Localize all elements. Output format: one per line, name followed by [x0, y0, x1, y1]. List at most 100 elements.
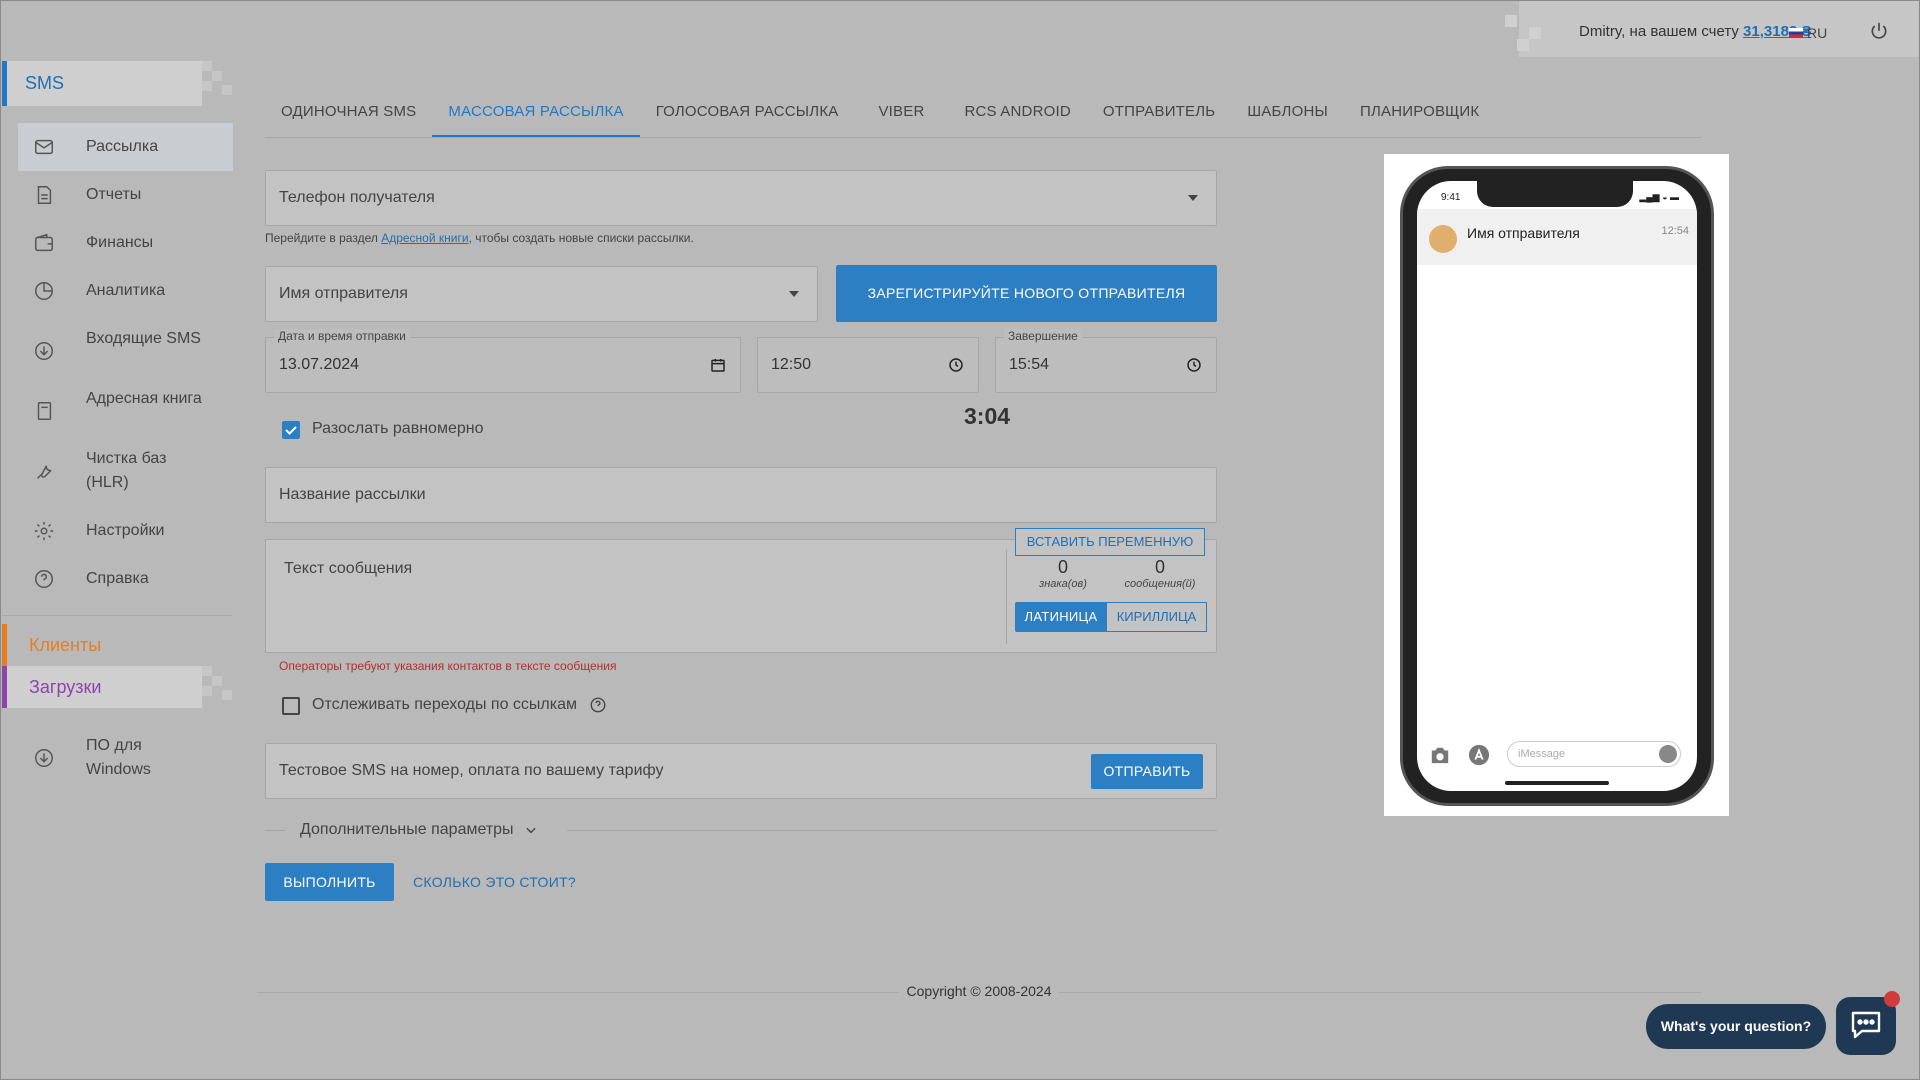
download-circle-icon	[32, 746, 56, 770]
register-sender-button[interactable]: ЗАРЕГИСТРИРУЙТЕ НОВОГО ОТПРАВИТЕЛЯ	[836, 265, 1217, 322]
app-frame: Dmitry, на вашем счету 31,3183 ₴ RU SMS …	[0, 0, 1920, 1080]
end-time-legend: Завершение	[1004, 329, 1082, 343]
wrench-icon	[32, 459, 56, 483]
tab-bar: ОДИНОЧНАЯ SMS МАССОВАЯ РАССЫЛКА ГОЛОСОВА…	[265, 91, 1701, 138]
message-header: Имя отправителя 12:54	[1417, 209, 1697, 265]
insert-variable-button[interactable]: ВСТАВИТЬ ПЕРЕМЕННУЮ	[1015, 528, 1205, 556]
sidebar-item-label: ПО для Windows	[86, 737, 151, 778]
sidebar-divider	[2, 615, 232, 616]
chevron-down-icon	[789, 291, 799, 297]
power-icon[interactable]	[1869, 21, 1889, 41]
duration-display: 3:04	[964, 403, 1011, 429]
send-date-input[interactable]: Дата и время отправки 13.07.2024	[265, 329, 741, 393]
operators-warning: Операторы требуют указания контактов в т…	[279, 659, 617, 673]
sidebar-item-address-book[interactable]: Адресная книга	[18, 375, 233, 435]
help-circle-icon[interactable]	[589, 696, 607, 714]
message-count-label: сообщения(й)	[1124, 578, 1196, 590]
sidebar-item-windows-software[interactable]: ПО для Windows	[18, 722, 233, 794]
sidebar-item-finance[interactable]: Финансы	[18, 219, 233, 267]
imessage-input: iMessage	[1507, 741, 1681, 767]
message-placeholder: Текст сообщения	[284, 560, 413, 577]
address-book-hint: Перейдите в раздел Адресной книги, чтобы…	[265, 231, 694, 245]
latin-toggle[interactable]: ЛАТИНИЦА	[1015, 602, 1107, 632]
imessage-placeholder: iMessage	[1518, 748, 1566, 760]
app-store-icon	[1468, 744, 1490, 766]
language-switcher[interactable]: RU	[1789, 25, 1827, 41]
sidebar-item-label: Финансы	[86, 234, 154, 251]
test-sms-placeholder: Тестовое SMS на номер, оплата по вашему …	[279, 762, 664, 779]
home-indicator	[1505, 781, 1609, 785]
tab-templates[interactable]: ШАБЛОНЫ	[1231, 91, 1344, 137]
chat-icon	[1851, 1011, 1881, 1039]
phone-screen: 9:41 ▂▄▆ ◒ ▬ Имя отправителя 12:54 iMess…	[1417, 181, 1697, 791]
mail-icon	[32, 135, 56, 159]
avatar	[1429, 225, 1457, 253]
advanced-parameters-toggle[interactable]: Дополнительные параметры	[300, 821, 538, 839]
tab-rcs-android[interactable]: RCS ANDROID	[948, 91, 1086, 137]
tab-single-sms[interactable]: ОДИНОЧНАЯ SMS	[265, 91, 432, 137]
camera-icon	[1431, 747, 1449, 764]
phone-preview: 9:41 ▂▄▆ ◒ ▬ Имя отправителя 12:54 iMess…	[1384, 154, 1729, 816]
track-links-checkbox[interactable]	[282, 697, 300, 715]
campaign-name-placeholder: Название рассылки	[279, 486, 426, 503]
distribute-evenly-checkbox[interactable]	[282, 421, 300, 439]
cyrillic-toggle[interactable]: КИРИЛЛИЦА	[1106, 602, 1207, 632]
decorative-pattern	[202, 666, 234, 711]
test-sms-input[interactable]: Тестовое SMS на номер, оплата по вашему …	[265, 743, 1217, 799]
distribute-evenly-label: Разослать равномерно	[312, 420, 484, 437]
sidebar-section-clients[interactable]: Клиенты	[2, 624, 202, 666]
sender-placeholder: Имя отправителя	[279, 285, 408, 302]
sidebar-item-settings[interactable]: Настройки	[18, 507, 233, 555]
sidebar-item-reports[interactable]: Отчеты	[18, 171, 233, 219]
chat-prompt-bubble[interactable]: What's your question?	[1646, 1004, 1826, 1049]
sidebar-item-hlr[interactable]: Чистка баз (HLR)	[18, 435, 233, 507]
recipient-placeholder: Телефон получателя	[279, 189, 435, 206]
sidebar-item-label: Рассылка	[86, 138, 159, 155]
tab-sender[interactable]: ОТПРАВИТЕЛЬ	[1087, 91, 1231, 137]
checkmark-icon	[285, 426, 297, 435]
tab-voice-mailing[interactable]: ГОЛОСОВАЯ РАССЫЛКА	[640, 91, 855, 137]
hint-text: , чтобы создать новые списки рассылки.	[468, 231, 694, 245]
document-icon	[32, 183, 56, 207]
cost-link[interactable]: СКОЛЬКО ЭТО СТОИТ?	[413, 874, 576, 890]
recipient-select[interactable]: Телефон получателя	[265, 170, 1217, 226]
send-date-value: 13.07.2024	[279, 356, 360, 373]
sidebar-item-analytics[interactable]: Аналитика	[18, 267, 233, 315]
clock-icon[interactable]	[1186, 357, 1202, 373]
sidebar-section-sms[interactable]: SMS	[2, 61, 234, 106]
decorative-pattern	[1505, 15, 1545, 55]
phone-sender-name: Имя отправителя	[1467, 225, 1580, 241]
sidebar-section-downloads-label: Загрузки	[29, 677, 102, 697]
tab-viber[interactable]: VIBER	[854, 91, 948, 137]
sidebar-section-downloads[interactable]: Загрузки	[2, 666, 234, 711]
pie-chart-icon	[32, 279, 56, 303]
sidebar: SMS Рассылка Отчеты Финансы Аналитика Вх…	[2, 61, 234, 794]
sidebar-item-label: Справка	[86, 570, 149, 587]
divider	[265, 830, 285, 831]
execute-button[interactable]: ВЫПОЛНИТЬ	[265, 863, 394, 901]
chevron-down-icon	[525, 827, 536, 834]
sidebar-item-mailing[interactable]: Рассылка	[18, 123, 233, 171]
calendar-icon[interactable]	[710, 357, 726, 373]
send-time-input[interactable]: 12:50	[757, 337, 979, 393]
end-time-input[interactable]: Завершение 15:54	[995, 329, 1217, 393]
tab-scheduler[interactable]: ПЛАНИРОВЩИК	[1344, 91, 1495, 137]
download-circle-icon	[32, 339, 56, 363]
address-book-link[interactable]: Адресной книги	[381, 231, 468, 245]
wallet-icon	[32, 231, 56, 255]
tab-mass-mailing[interactable]: МАССОВАЯ РАССЫЛКА	[432, 91, 640, 137]
notification-badge	[1884, 991, 1900, 1007]
clock-icon[interactable]	[948, 357, 964, 373]
sidebar-item-label: Чистка баз (HLR)	[86, 450, 167, 491]
send-test-button[interactable]: ОТПРАВИТЬ	[1091, 754, 1203, 789]
campaign-name-input[interactable]: Название рассылки	[265, 467, 1217, 523]
footer: Copyright © 2008-2024	[257, 983, 1701, 1001]
phone-clock: 9:41	[1441, 192, 1461, 203]
sidebar-item-label: Аналитика	[86, 282, 166, 299]
sidebar-item-incoming-sms[interactable]: Входящие SMS	[18, 315, 233, 375]
send-date-legend: Дата и время отправки	[274, 329, 410, 343]
book-icon	[32, 399, 56, 423]
sender-select[interactable]: Имя отправителя	[265, 266, 818, 322]
sidebar-item-help[interactable]: Справка	[18, 555, 233, 603]
gear-icon	[32, 519, 56, 543]
